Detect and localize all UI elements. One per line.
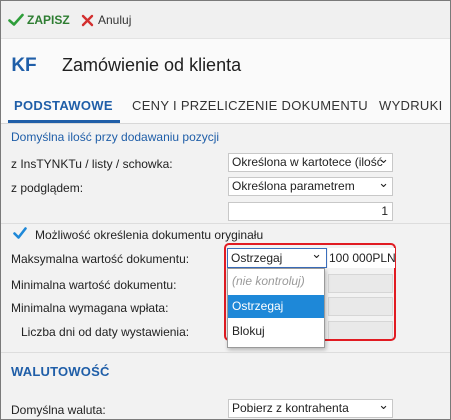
cancel-label: Anuluj	[98, 13, 132, 27]
cancel-button[interactable]: Anuluj	[81, 11, 131, 29]
from-insert-label: z InsTYNKTu / listy / schowka:	[11, 157, 173, 171]
from-insert-select[interactable]: Określona w kartotece (ilość ⌄	[228, 153, 393, 172]
chevron-down-icon: ⌄	[378, 399, 389, 412]
divider	[1, 223, 450, 224]
option-nie-kontroluj[interactable]: (nie kontroluj)	[228, 270, 324, 293]
tab-ceny[interactable]: CENY I PRZELICZENIE DOKUMENTU	[132, 98, 368, 113]
document-header: KF Zamówienie od klienta	[1, 38, 450, 91]
chevron-down-icon: ⌄	[311, 246, 322, 261]
original-doc-label: Możliwość określenia dokumentu oryginału	[35, 228, 264, 242]
with-preview-select[interactable]: Określona parametrem ⌄	[228, 177, 393, 196]
max-value-label: Maksymalna wartość dokumentu:	[11, 252, 190, 266]
with-preview-value: Określona parametrem	[232, 179, 355, 193]
tab-podstawowe[interactable]: PODSTAWOWE	[14, 98, 113, 113]
option-ostrzegaj[interactable]: Ostrzegaj	[228, 295, 324, 318]
mode-dropdown-list: (nie kontroluj) Ostrzegaj Blokuj	[227, 268, 325, 348]
default-currency-label: Domyślna waluta:	[11, 403, 106, 417]
divider	[1, 352, 450, 353]
min-value-label: Minimalna wartość dokumentu:	[11, 278, 177, 292]
save-label: ZAPISZ	[27, 13, 70, 27]
chevron-down-icon: ⌄	[378, 177, 389, 190]
save-button[interactable]: ZAPISZ	[8, 11, 70, 29]
document-type-badge: KF	[11, 55, 37, 76]
max-value-amount[interactable]: 100 000PLN	[328, 248, 395, 268]
default-qty-link[interactable]: Domyślna ilość przy dodawaniu pozycji	[11, 130, 219, 144]
section-title-currency: WALUTOWOŚĆ	[11, 364, 110, 379]
qty-param-input[interactable]: 1	[228, 202, 393, 221]
default-currency-select[interactable]: Pobierz z kontrahenta ⌄	[228, 399, 393, 418]
form-content: Domyślna ilość przy dodawaniu pozycji z …	[1, 124, 450, 419]
close-icon	[81, 14, 94, 26]
max-value-mode-value: Ostrzegaj	[231, 251, 283, 265]
default-currency-value: Pobierz z kontrahenta	[232, 401, 349, 415]
tab-bar: PODSTAWOWE CENY I PRZELICZENIE DOKUMENTU…	[1, 90, 450, 124]
toolbar: ZAPISZ Anuluj	[1, 1, 450, 38]
chevron-down-icon: ⌄	[378, 153, 389, 166]
from-insert-value: Określona w kartotece (ilość	[232, 155, 383, 169]
max-value-mode-select[interactable]: Ostrzegaj ⌄	[227, 246, 327, 268]
days-from-issue-label: Liczba dni od daty wystawienia:	[21, 325, 190, 339]
page-title: Zamówienie od klienta	[62, 55, 242, 75]
window: ZAPISZ Anuluj KF Zamówienie od klienta P…	[0, 0, 451, 420]
tab-wydruki[interactable]: WYDRUKI	[379, 98, 443, 113]
check-icon	[8, 13, 24, 26]
min-payment-label: Minimalna wymagana wpłata:	[11, 301, 169, 315]
checkbox-checked-icon[interactable]	[13, 226, 27, 240]
option-blokuj[interactable]: Blokuj	[228, 320, 324, 343]
active-tab-indicator	[8, 120, 120, 123]
with-preview-label: z podglądem:	[11, 181, 84, 195]
